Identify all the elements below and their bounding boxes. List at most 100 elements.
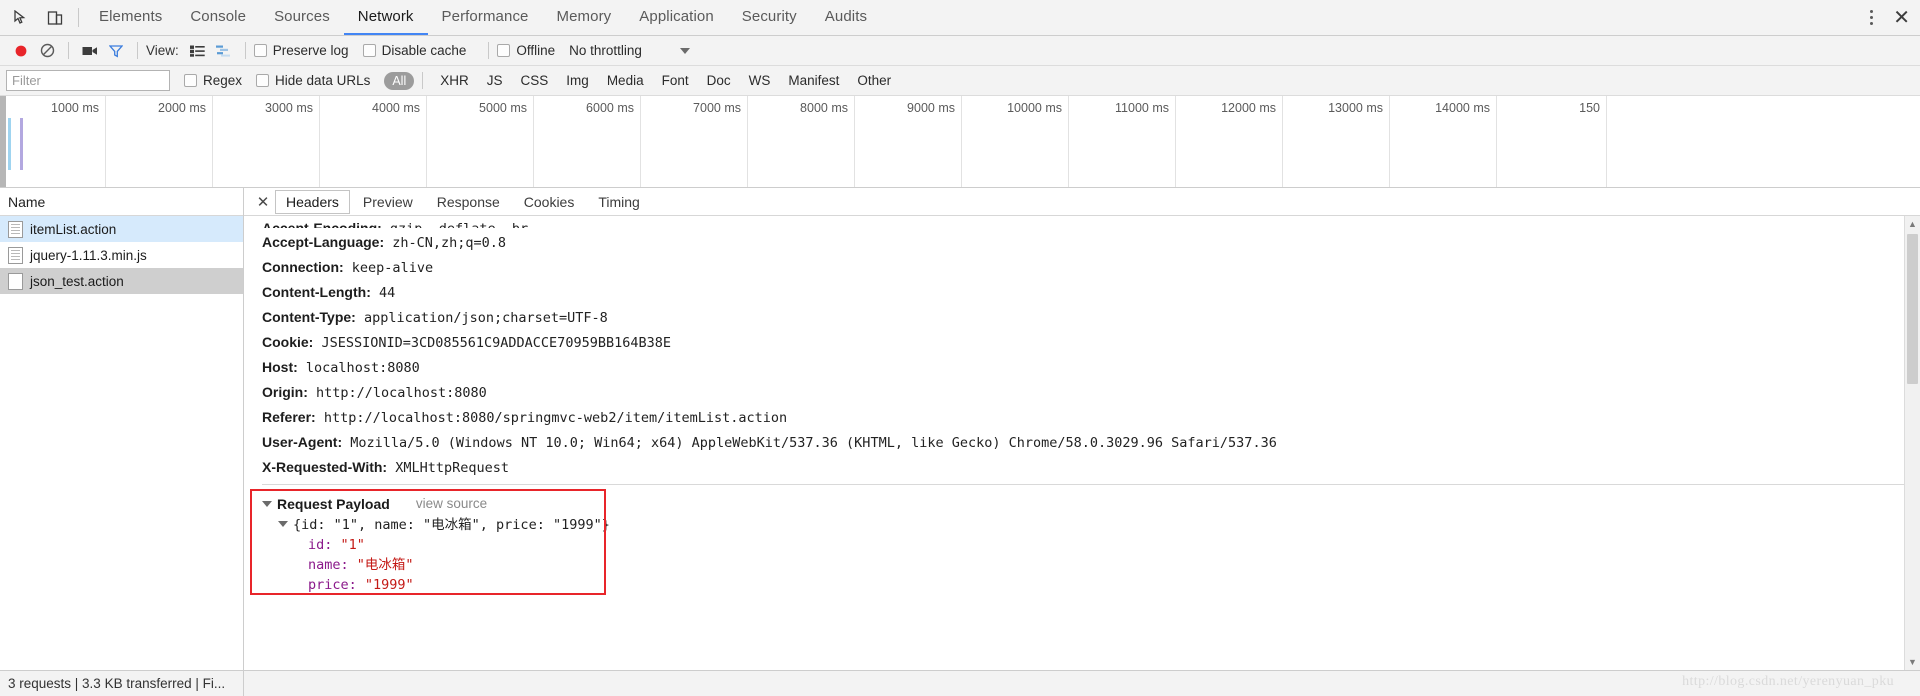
ruler-tick-label: 14000 ms	[1435, 101, 1490, 115]
details-vertical-scrollbar[interactable]: ▲ ▼	[1904, 216, 1920, 670]
filter-input[interactable]	[6, 70, 170, 91]
filter-type-js[interactable]: JS	[478, 73, 512, 88]
view-source-link[interactable]: view source	[416, 493, 487, 515]
offline-checkbox[interactable]: Offline	[497, 43, 555, 58]
payload-summary-row[interactable]: {id: "1", name: "电冰箱", price: "1999"}	[262, 515, 1904, 535]
payload-section-header[interactable]: Request Payload view source	[262, 493, 1904, 515]
filter-toggle-icon[interactable]	[103, 39, 129, 63]
network-toolbar: View: Preserve log Disable cache Offline…	[0, 36, 1920, 66]
list-view-icon[interactable]	[185, 39, 211, 63]
more-options-icon[interactable]	[1863, 10, 1879, 25]
close-icon[interactable]: ✕	[1893, 8, 1910, 28]
filter-type-media[interactable]: Media	[598, 73, 653, 88]
ruler-tick-label: 9000 ms	[907, 101, 955, 115]
capture-screenshots-icon[interactable]	[77, 39, 103, 63]
header-value: application/json;charset=UTF-8	[363, 310, 608, 326]
ruler-tick-label: 1000 ms	[51, 101, 99, 115]
record-icon[interactable]	[8, 39, 34, 63]
tab-application-label: Application	[639, 8, 714, 25]
filter-type-manifest[interactable]: Manifest	[779, 73, 848, 88]
filter-type-css[interactable]: CSS	[512, 73, 558, 88]
tab-console-label: Console	[190, 8, 247, 25]
tab-sources[interactable]: Sources	[260, 0, 344, 35]
request-row-jquery[interactable]: jquery-1.11.3.min.js	[0, 242, 243, 268]
filter-type-other[interactable]: Other	[848, 73, 900, 88]
disable-cache-box[interactable]	[362, 44, 376, 57]
ruler-tick-label: 6000 ms	[586, 101, 634, 115]
tab-elements[interactable]: Elements	[85, 0, 176, 35]
header-key: Connection:	[262, 259, 344, 275]
devtools-tabbar: Elements Console Sources Network Perform…	[0, 0, 1920, 36]
tab-performance[interactable]: Performance	[428, 0, 543, 35]
waterfall-view-icon[interactable]	[211, 39, 237, 63]
tab-response-label: Response	[436, 193, 500, 210]
ruler-tick: 3000 ms	[213, 96, 320, 187]
payload-separator	[262, 484, 1904, 485]
request-row-itemlist[interactable]: itemList.action	[0, 216, 243, 242]
overview-window-handle-left[interactable]	[0, 96, 6, 187]
device-toolbar-icon[interactable]	[44, 7, 66, 29]
disable-cache-checkbox[interactable]: Disable cache	[362, 43, 467, 58]
hide-data-urls-box[interactable]	[256, 74, 270, 87]
header-value: localhost:8080	[305, 360, 420, 376]
ruler-tick: 8000 ms	[748, 96, 855, 187]
tab-memory[interactable]: Memory	[543, 0, 626, 35]
tab-security[interactable]: Security	[728, 0, 811, 35]
tab-memory-label: Memory	[556, 8, 612, 25]
status-summary-text: 3 requests | 3.3 KB transferred | Fi...	[8, 676, 226, 691]
header-value: gzip, deflate, br	[390, 221, 528, 228]
triangle-down-icon[interactable]	[278, 521, 288, 527]
header-value: zh-CN,zh;q=0.8	[392, 235, 507, 251]
tabbar-right-controls: ✕	[1863, 0, 1920, 35]
request-list-header[interactable]: Name	[0, 188, 243, 216]
hide-data-urls-checkbox[interactable]: Hide data URLs	[256, 73, 370, 88]
tab-cookies[interactable]: Cookies	[513, 190, 586, 214]
request-row-jsontest[interactable]: json_test.action	[0, 268, 243, 294]
throttling-select[interactable]: No throttling	[569, 43, 690, 58]
tab-audits[interactable]: Audits	[811, 0, 881, 35]
toolbar-divider-4	[488, 42, 490, 59]
filter-type-font[interactable]: Font	[653, 73, 698, 88]
tab-preview[interactable]: Preview	[352, 190, 424, 214]
clear-icon[interactable]	[34, 39, 60, 63]
scrollbar-thumb[interactable]	[1907, 234, 1918, 384]
regex-box[interactable]	[184, 74, 197, 87]
details-close-icon[interactable]: ✕	[252, 193, 274, 211]
scroll-down-icon[interactable]: ▼	[1905, 654, 1920, 670]
tab-response[interactable]: Response	[426, 190, 511, 214]
request-name: json_test.action	[30, 273, 124, 289]
tab-application[interactable]: Application	[625, 0, 727, 35]
triangle-down-icon[interactable]	[262, 501, 272, 507]
disable-cache-label: Disable cache	[381, 43, 467, 58]
ruler-tick: 10000 ms	[962, 96, 1069, 187]
tab-network[interactable]: Network	[343, 0, 428, 35]
tab-timing[interactable]: Timing	[587, 190, 651, 214]
payload-entry-id: id: "1"	[262, 535, 1904, 555]
toolbar-divider-1	[68, 42, 69, 59]
payload-section-title: Request Payload	[277, 496, 390, 512]
regex-checkbox[interactable]: Regex	[184, 73, 242, 88]
ruler-tick: 2000 ms	[106, 96, 213, 187]
preserve-log-checkbox[interactable]: Preserve log	[253, 43, 349, 58]
ruler-tick-label: 2000 ms	[158, 101, 206, 115]
offline-box[interactable]	[497, 44, 511, 57]
preserve-log-box[interactable]	[253, 44, 267, 57]
header-row-x-requested-with: X-Requested-With: XMLHttpRequest	[262, 455, 1904, 480]
inspect-element-icon[interactable]	[10, 7, 32, 29]
tab-audits-label: Audits	[824, 8, 868, 25]
filter-type-doc[interactable]: Doc	[698, 73, 740, 88]
network-main: Name itemList.action jquery-1.11.3.min.j…	[0, 188, 1920, 670]
request-details-panel: ✕ Headers Preview Response Cookies Timin…	[244, 188, 1920, 670]
scroll-up-icon[interactable]: ▲	[1905, 216, 1920, 232]
tab-headers[interactable]: Headers	[275, 189, 350, 214]
filter-type-xhr[interactable]: XHR	[431, 73, 478, 88]
ruler-tick-label: 5000 ms	[479, 101, 527, 115]
network-filterbar: Regex Hide data URLs All XHR JS CSS Img …	[0, 66, 1920, 96]
filter-type-ws[interactable]: WS	[740, 73, 780, 88]
chevron-down-icon[interactable]	[679, 47, 690, 54]
network-overview[interactable]: 1000 ms 2000 ms 3000 ms 4000 ms 5000 ms …	[0, 96, 1920, 188]
filter-type-img[interactable]: Img	[557, 73, 598, 88]
filter-type-all[interactable]: All	[384, 71, 415, 90]
header-row-referer: Referer: http://localhost:8080/springmvc…	[262, 405, 1904, 430]
tab-console[interactable]: Console	[176, 0, 260, 35]
